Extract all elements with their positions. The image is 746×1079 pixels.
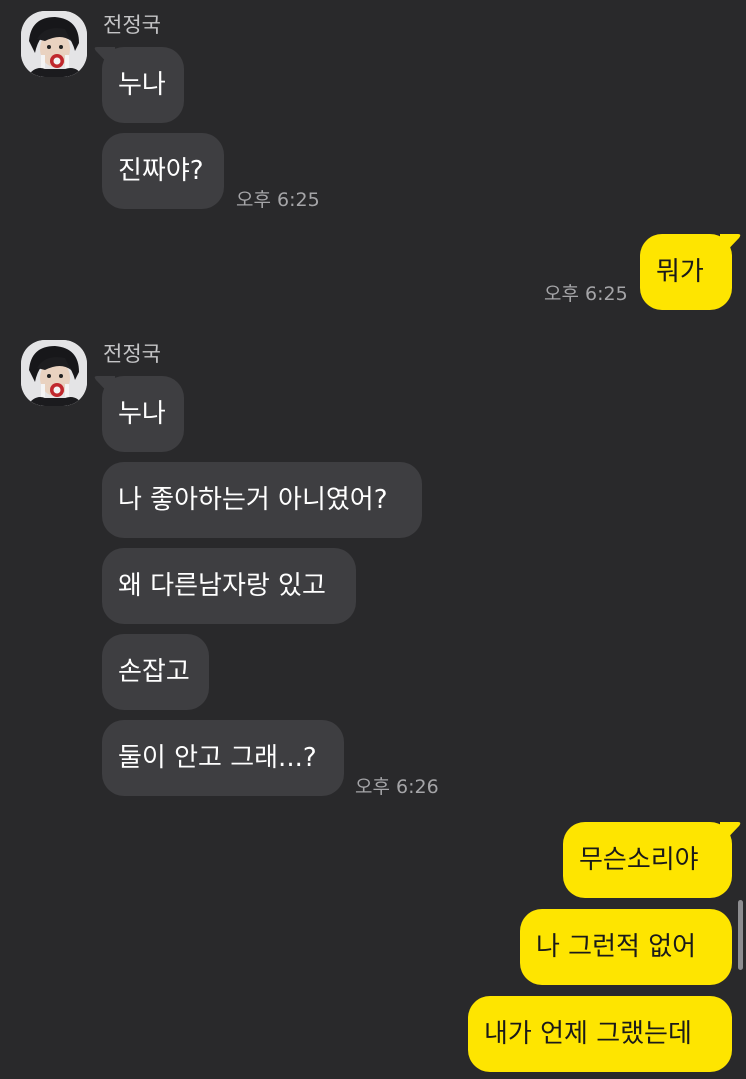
incoming-message[interactable]: 왜 다른남자랑 있고 bbox=[102, 548, 356, 624]
scrollbar[interactable] bbox=[738, 900, 743, 970]
message-text: 무슨소리야 bbox=[579, 845, 699, 875]
message-timestamp: 오후 6:25 bbox=[236, 189, 320, 211]
incoming-message[interactable]: 나 좋아하는거 아니였어? bbox=[102, 462, 422, 538]
avatar[interactable] bbox=[21, 11, 87, 77]
sender-name: 전정국 bbox=[103, 13, 161, 37]
outgoing-message[interactable]: 뭐가 bbox=[640, 234, 741, 310]
message-text: 나 그런적 없어 bbox=[536, 932, 697, 962]
outgoing-message[interactable]: 내가 언제 그랬는데 bbox=[468, 996, 732, 1072]
incoming-message[interactable]: 진짜야? bbox=[102, 133, 224, 209]
message-timestamp: 오후 6:26 bbox=[355, 776, 439, 798]
incoming-message[interactable]: 누나 bbox=[94, 376, 184, 452]
sender-name: 전정국 bbox=[103, 342, 161, 366]
message-text: 둘이 안고 그래...? bbox=[118, 743, 317, 773]
message-text: 진짜야? bbox=[118, 156, 204, 186]
message-text: 왜 다른남자랑 있고 bbox=[118, 571, 326, 601]
message-text: 누나 bbox=[118, 70, 166, 100]
message-text: 나 좋아하는거 아니였어? bbox=[118, 485, 388, 515]
incoming-message[interactable]: 손잡고 bbox=[102, 634, 209, 710]
incoming-message[interactable]: 누나 bbox=[94, 47, 184, 123]
message-text: 누나 bbox=[118, 399, 166, 429]
profile-photo bbox=[21, 340, 87, 406]
outgoing-message[interactable]: 나 그런적 없어 bbox=[520, 909, 732, 985]
bubble-tail bbox=[720, 234, 741, 258]
message-text: 내가 언제 그랬는데 bbox=[484, 1019, 692, 1049]
message-text: 뭐가 bbox=[656, 257, 704, 287]
profile-photo bbox=[21, 11, 87, 77]
bubble-tail bbox=[94, 376, 115, 400]
chat-screen: 전정국 누나 진짜야? 오후 6:25 뭐가 오후 6:25 전정국 누나 나 … bbox=[0, 0, 746, 1079]
incoming-message[interactable]: 둘이 안고 그래...? bbox=[102, 720, 344, 796]
bubble-tail bbox=[720, 822, 741, 846]
avatar[interactable] bbox=[21, 340, 87, 406]
outgoing-message[interactable]: 무슨소리야 bbox=[563, 822, 741, 898]
bubble-tail bbox=[94, 47, 115, 71]
message-text: 손잡고 bbox=[118, 657, 190, 687]
message-timestamp: 오후 6:25 bbox=[544, 283, 628, 305]
